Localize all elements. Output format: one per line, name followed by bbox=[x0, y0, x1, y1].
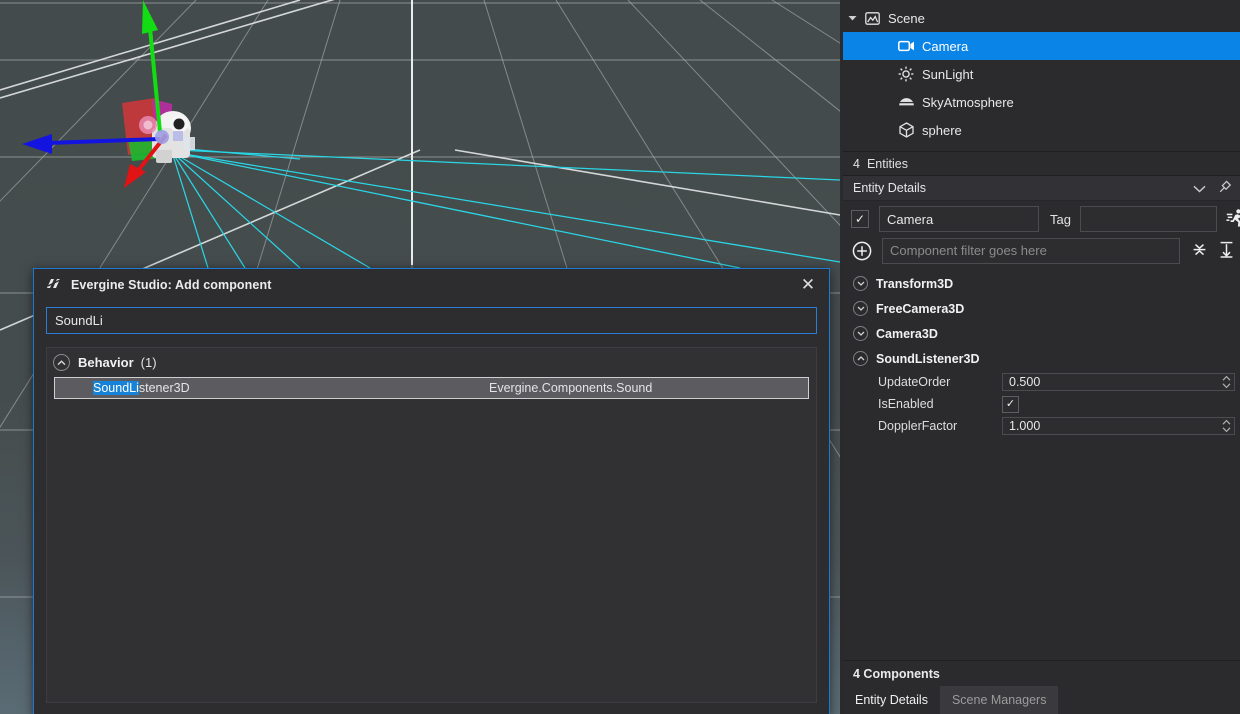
property-label: UpdateOrder bbox=[878, 375, 1002, 389]
property-row-isenabled: IsEnabled ✓ bbox=[843, 393, 1240, 415]
chevron-down-icon[interactable] bbox=[853, 276, 868, 291]
result-group-count: (1) bbox=[141, 355, 157, 370]
chevron-up-icon[interactable] bbox=[53, 354, 70, 371]
component-name: Camera3D bbox=[876, 327, 938, 341]
close-icon[interactable]: ✕ bbox=[793, 272, 823, 298]
cube-icon bbox=[895, 122, 917, 138]
property-number-input[interactable]: 1.000 bbox=[1002, 417, 1235, 435]
result-group-name: Behavior bbox=[78, 355, 134, 370]
component-list: Transform3D FreeCamera3D Camera3D SoundL… bbox=[843, 265, 1240, 660]
component-name: FreeCamera3D bbox=[876, 302, 964, 316]
tree-row-skyatmosphere[interactable]: SkyAtmosphere bbox=[843, 88, 1240, 116]
collapse-all-icon[interactable] bbox=[1192, 241, 1207, 261]
check-icon: ✓ bbox=[1006, 399, 1015, 410]
chevron-up-icon[interactable] bbox=[853, 351, 868, 366]
tree-row-sphere[interactable]: sphere bbox=[843, 116, 1240, 144]
component-header-soundlistener3d[interactable]: SoundListener3D bbox=[843, 346, 1240, 371]
component-name: Transform3D bbox=[876, 277, 953, 291]
components-count-bar: 4 Components bbox=[843, 660, 1240, 686]
spinner-icon[interactable] bbox=[1222, 375, 1231, 389]
evergine-logo-icon bbox=[46, 277, 63, 292]
tree-row-camera[interactable]: Camera bbox=[843, 32, 1240, 60]
chevron-down-icon[interactable] bbox=[1193, 181, 1206, 196]
entities-status-bar: 4 Entities bbox=[843, 152, 1240, 176]
dialog-titlebar[interactable]: Evergine Studio: Add component ✕ bbox=[34, 269, 829, 300]
sky-icon bbox=[895, 96, 917, 108]
component-filter-row bbox=[843, 233, 1240, 265]
result-name-rest: stener3D bbox=[139, 381, 190, 395]
component-header-freecamera3d[interactable]: FreeCamera3D bbox=[843, 296, 1240, 321]
camera-icon bbox=[895, 40, 917, 52]
scene-tree: Scene Camera SunLight SkyAtmosphere bbox=[843, 0, 1240, 152]
entity-tag-input[interactable] bbox=[1080, 206, 1217, 232]
search-results-panel: Behavior (1) SoundListener3D Evergine.Co… bbox=[46, 347, 817, 703]
component-name: SoundListener3D bbox=[876, 352, 980, 366]
component-filter-input[interactable] bbox=[882, 238, 1180, 264]
expand-all-icon[interactable] bbox=[1219, 241, 1234, 261]
entity-details-header: Entity Details bbox=[843, 176, 1240, 201]
property-value: 0.500 bbox=[1009, 375, 1040, 389]
tree-label-camera: Camera bbox=[922, 39, 968, 54]
spinner-icon[interactable] bbox=[1222, 419, 1231, 433]
add-component-dialog: Evergine Studio: Add component ✕ Behavio… bbox=[33, 268, 830, 714]
property-row-dopplerfactor: DopplerFactor 1.000 bbox=[843, 415, 1240, 437]
result-name: SoundListener3D bbox=[55, 381, 190, 395]
tree-row-sunlight[interactable]: SunLight bbox=[843, 60, 1240, 88]
tree-label-skyatmosphere: SkyAtmosphere bbox=[922, 95, 1014, 110]
property-number-input[interactable]: 0.500 bbox=[1002, 373, 1235, 391]
component-header-transform3d[interactable]: Transform3D bbox=[843, 271, 1240, 296]
right-panel: Scene Camera SunLight SkyAtmosphere bbox=[843, 0, 1240, 714]
panel-tabbar: Entity Details Scene Managers bbox=[843, 686, 1240, 714]
dialog-search-row bbox=[34, 300, 829, 334]
tree-label-sphere: sphere bbox=[922, 123, 962, 138]
component-search-input[interactable] bbox=[46, 307, 817, 334]
pin-icon[interactable] bbox=[1219, 180, 1232, 196]
result-name-match: SoundLi bbox=[93, 381, 139, 395]
property-value: 1.000 bbox=[1009, 419, 1040, 433]
chevron-down-icon[interactable] bbox=[853, 326, 868, 341]
chevron-down-icon[interactable] bbox=[853, 301, 868, 316]
entity-name-input[interactable] bbox=[879, 206, 1039, 232]
entity-details-title: Entity Details bbox=[853, 181, 926, 195]
result-namespace: Evergine.Components.Sound bbox=[489, 381, 652, 395]
property-row-updateorder: UpdateOrder 0.500 bbox=[843, 371, 1240, 393]
tab-entity-details[interactable]: Entity Details bbox=[843, 686, 940, 714]
component-header-camera3d[interactable]: Camera3D bbox=[843, 321, 1240, 346]
evergine-studio-window: Evergine Studio: Add component ✕ Behavio… bbox=[0, 0, 1240, 714]
chevron-down-icon[interactable] bbox=[843, 15, 861, 21]
entities-label: Entities bbox=[867, 157, 908, 171]
entity-details-header-icons bbox=[1193, 180, 1232, 196]
sun-icon bbox=[895, 66, 917, 82]
tab-label: Scene Managers bbox=[952, 693, 1047, 707]
result-row-soundlistener3d[interactable]: SoundListener3D Evergine.Components.Soun… bbox=[54, 377, 809, 399]
tree-row-scene[interactable]: Scene bbox=[843, 4, 1240, 32]
entities-count: 4 bbox=[853, 157, 860, 171]
entity-enabled-checkbox[interactable]: ✓ bbox=[851, 210, 869, 228]
entity-tag-label: Tag bbox=[1050, 212, 1071, 227]
entity-identity-row: ✓ Tag bbox=[843, 201, 1240, 233]
tab-scene-managers[interactable]: Scene Managers bbox=[940, 686, 1059, 714]
scene-icon bbox=[861, 12, 883, 25]
plus-circle-icon[interactable] bbox=[852, 241, 872, 261]
components-count: 4 Components bbox=[853, 667, 940, 681]
property-checkbox[interactable]: ✓ bbox=[1002, 396, 1019, 413]
tab-label: Entity Details bbox=[855, 693, 928, 707]
property-label: DopplerFactor bbox=[878, 419, 1002, 433]
dialog-title: Evergine Studio: Add component bbox=[71, 278, 271, 292]
tree-label-scene: Scene bbox=[888, 11, 925, 26]
result-group-header[interactable]: Behavior (1) bbox=[47, 348, 816, 377]
check-icon: ✓ bbox=[855, 213, 865, 225]
running-man-icon[interactable] bbox=[1226, 208, 1240, 231]
property-label: IsEnabled bbox=[878, 397, 1002, 411]
tree-label-sunlight: SunLight bbox=[922, 67, 973, 82]
